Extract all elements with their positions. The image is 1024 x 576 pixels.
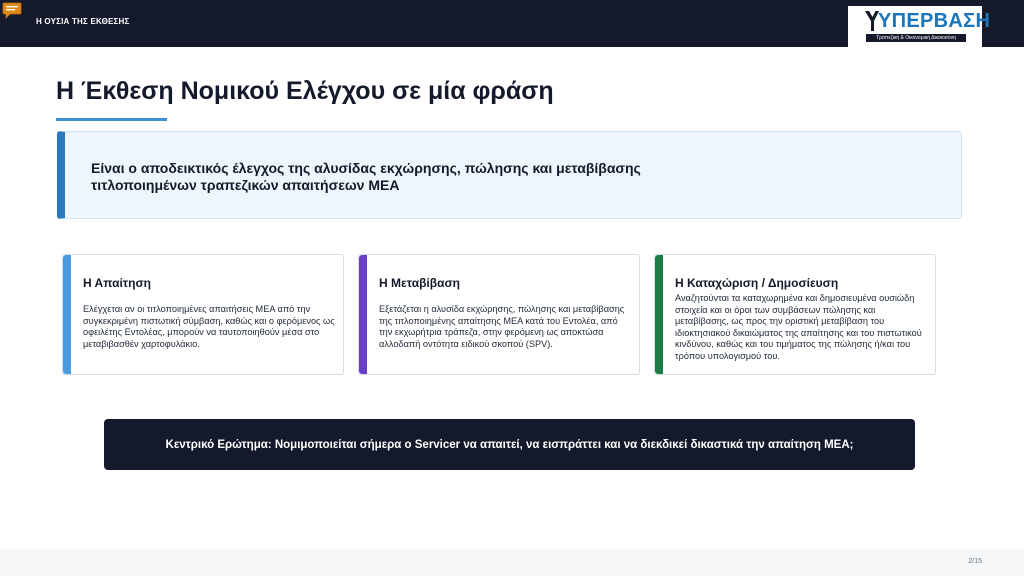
top-bar: Η ΟΥΣΙΑ ΤΗΣ ΕΚΘΕΣΗΣ ΥΠΕΡΒΑΣΗ Τραπεζική &… [0, 0, 1024, 47]
summary-box: Είναι ο αποδεικτικός έλεγχος της αλυσίδα… [57, 131, 962, 219]
comment-icon[interactable] [2, 2, 22, 20]
section-label: Η ΟΥΣΙΑ ΤΗΣ ΕΚΘΕΣΗΣ [36, 17, 130, 26]
page-title: Η Έκθεση Νομικού Ελέγχου σε μία φράση [56, 77, 554, 105]
central-question-box: Κεντρικό Ερώτημα: Νομιμοποιείται σήμερα … [104, 419, 915, 470]
card-accent-bar [359, 255, 367, 374]
summary-text: Είναι ο αποδεικτικός έλεγχος της αλυσίδα… [91, 160, 641, 193]
card-body: Εξετάζεται η αλυσίδα εκχώρησης, πώλησης … [379, 304, 625, 349]
company-logo: ΥΠΕΡΒΑΣΗ Τραπεζική & Οικονομική Δικαιοσύ… [848, 6, 990, 47]
card-title: Η Απαίτηση [83, 276, 152, 290]
card-transfer: Η Μεταβίβαση Εξετάζεται η αλυσίδα εκχώρη… [358, 254, 640, 375]
title-underline [56, 118, 167, 121]
card-registration: Η Καταχώριση / Δημοσίευση Αναζητούνται τ… [654, 254, 936, 375]
footer: 2/15 [0, 549, 1024, 576]
logo-tagline: Τραπεζική & Οικονομική Δικαιοσύνη [866, 34, 966, 42]
central-question: Κεντρικό Ερώτημα: Νομιμοποιείται σήμερα … [165, 438, 854, 451]
page-number: 2/15 [968, 558, 982, 565]
card-body: Ελέγχεται αν οι τιτλοποιημένες απαιτήσει… [83, 304, 335, 349]
card-title: Η Μεταβίβαση [379, 276, 460, 290]
card-accent-bar [63, 255, 71, 374]
card-claim: Η Απαίτηση Ελέγχεται αν οι τιτλοποιημένε… [62, 254, 344, 375]
card-title: Η Καταχώριση / Δημοσίευση [675, 276, 839, 290]
card-accent-bar [655, 255, 663, 374]
card-body: Αναζητούνται τα καταχωρημένα και δημοσιε… [675, 293, 922, 361]
logo-name: ΥΠΕΡΒΑΣΗ [878, 10, 991, 32]
